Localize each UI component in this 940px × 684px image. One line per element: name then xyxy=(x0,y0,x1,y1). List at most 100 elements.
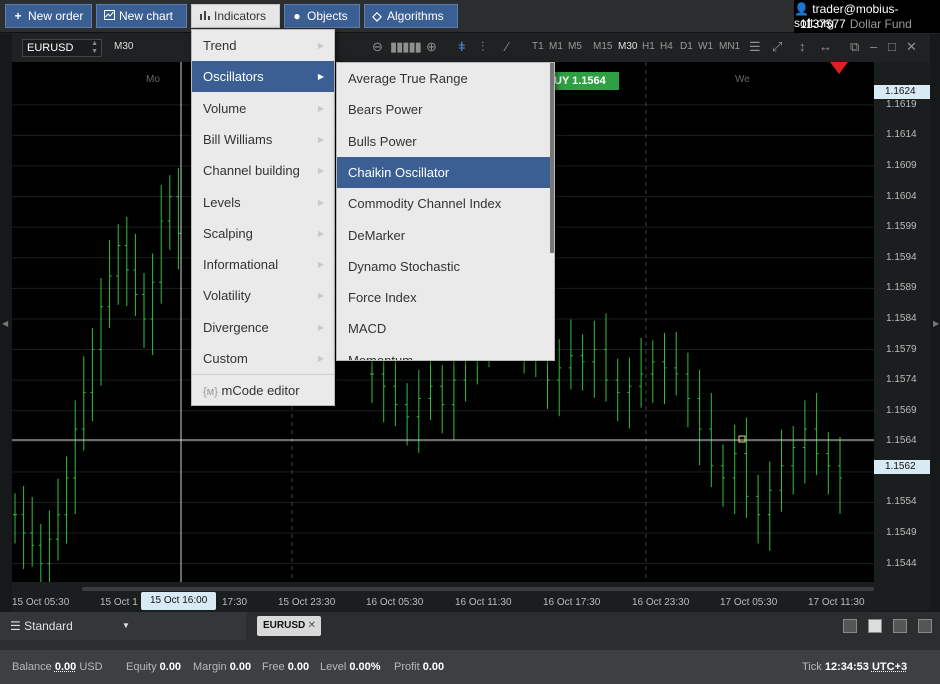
account-number: 1137577 xyxy=(800,17,846,31)
price-tick: 1.1574 xyxy=(886,374,917,386)
collapse-right-icon[interactable]: ▶ xyxy=(933,319,939,328)
price-tick: 1.1569 xyxy=(886,404,917,416)
timeframe-t1[interactable]: T1 xyxy=(532,41,544,52)
account-panel[interactable]: 👤 trader@mobius-soft.org 1137577 Dollar F… xyxy=(794,0,940,33)
timeframe-m1[interactable]: M1 xyxy=(549,41,563,52)
autoscale-icon[interactable]: ⤢ xyxy=(772,39,782,55)
oscillator-bulls-power[interactable]: Bulls Power xyxy=(337,126,551,157)
grid-layout-icon[interactable] xyxy=(868,619,882,633)
close-chart-icon[interactable]: ✕ xyxy=(906,39,917,55)
level-label: Level xyxy=(320,661,347,673)
oscillator-momentum[interactable]: Momentum xyxy=(337,345,551,360)
rows-layout-icon[interactable] xyxy=(918,619,932,633)
minimize-icon[interactable]: – xyxy=(870,39,877,54)
line-chart-icon[interactable]: ∕ xyxy=(506,39,508,54)
mcode-icon: {м} xyxy=(203,386,218,398)
close-tab-icon[interactable]: ✕ xyxy=(308,616,316,636)
chart-tab-eurusd[interactable]: EURUSD ✕ xyxy=(257,616,321,636)
timeframe-h1[interactable]: H1 xyxy=(642,41,655,52)
oscillator-chaikin-oscillator[interactable]: Chaikin Oscillator xyxy=(337,156,551,188)
level-field: Level 0.00% xyxy=(320,650,381,684)
chevron-right-icon: ▶ xyxy=(317,134,324,144)
oscillator-dynamo-stochastic[interactable]: Dynamo Stochastic xyxy=(337,251,551,282)
ohlc-bar xyxy=(81,356,86,451)
timeframe-m15[interactable]: M15 xyxy=(593,41,612,52)
single-layout-icon[interactable] xyxy=(843,619,857,633)
indicator-category-levels[interactable]: Levels ▶ xyxy=(192,187,334,218)
ohlc-bar xyxy=(592,320,597,398)
maximize-icon[interactable]: □ xyxy=(888,39,896,54)
indicator-category-volume[interactable]: Volume ▶ xyxy=(192,93,334,124)
indicator-category-oscillators[interactable]: Oscillators ▶ xyxy=(192,61,334,93)
price-axis[interactable]: 1.1624 1.1619 1.1614 1.1609 1.1604 1.1599 1.1… xyxy=(874,62,930,610)
zoom-in-icon[interactable]: ⊕ xyxy=(426,39,437,55)
oscillator-bears-power[interactable]: Bears Power xyxy=(337,94,551,125)
columns-layout-icon[interactable] xyxy=(893,619,907,633)
spinner-icon[interactable]: ▲ ▼ xyxy=(91,40,98,56)
indicator-category-divergence[interactable]: Divergence ▶ xyxy=(192,312,334,343)
oscillator-demarker[interactable]: DeMarker xyxy=(337,220,551,251)
price-tick: 1.1604 xyxy=(886,190,917,202)
time-tick: 16 Oct 05:30 xyxy=(366,597,424,608)
timeframe-w1[interactable]: W1 xyxy=(698,41,713,52)
profit-label: Profit xyxy=(394,661,420,673)
crosshair-cursor-icon[interactable]: ǂ xyxy=(458,39,466,54)
chart-tab-label: EURUSD xyxy=(263,620,306,631)
zoom-out-icon[interactable]: ⊖ xyxy=(372,39,383,55)
objects-label: Objects xyxy=(307,9,348,23)
ohlc-bar xyxy=(405,383,410,446)
indicator-category-scalping[interactable]: Scalping ▶ xyxy=(192,218,334,249)
symbol-value: EURUSD xyxy=(27,42,74,54)
indicators-button[interactable]: Indicators xyxy=(191,4,280,28)
symbol-selector[interactable]: EURUSD ▲ ▼ xyxy=(22,39,102,57)
timeframe-m30[interactable]: M30 xyxy=(618,41,637,52)
category-label: Channel building xyxy=(203,163,300,179)
mcode-editor-item[interactable]: {м} mCode editor xyxy=(192,375,334,406)
timeframe-m5[interactable]: M5 xyxy=(568,41,582,52)
time-tick: 16 Oct 23:30 xyxy=(632,597,690,608)
profit-value: 0.00 xyxy=(422,661,445,673)
horizontal-scrollbar[interactable] xyxy=(82,587,874,591)
oscillator-force-index[interactable]: Force Index xyxy=(337,282,551,313)
day-label-we: We xyxy=(735,74,750,85)
indicator-category-trend[interactable]: Trend ▶ xyxy=(192,30,334,61)
mcode-editor-label: mCode editor xyxy=(221,383,300,398)
new-order-button[interactable]: + New order xyxy=(5,4,92,28)
submenu-scrollbar[interactable] xyxy=(550,63,554,253)
ohlc-bar xyxy=(124,216,129,307)
indicator-category-channel-building[interactable]: Channel building ▶ xyxy=(192,155,334,186)
candles-icon[interactable]: ⫶ xyxy=(481,39,484,55)
new-chart-button[interactable]: New chart xyxy=(96,4,187,28)
time-axis[interactable]: 15 Oct 05:30 15 Oct 1 17:30 15 Oct 23:30 16 … xyxy=(12,582,874,612)
buy-price-label[interactable]: UY 1.1564 xyxy=(552,72,619,90)
horizontal-scale-icon[interactable]: ↔ xyxy=(819,39,832,54)
price-tick: 1.1584 xyxy=(886,312,917,324)
indicator-settings-icon[interactable]: ☰ xyxy=(749,39,761,55)
indicator-category-custom[interactable]: Custom ▶ xyxy=(192,343,334,374)
account-info: 1137577 Dollar Fund xyxy=(800,17,912,31)
bar-chart-icon xyxy=(198,5,210,27)
objects-button[interactable]: ● Objects xyxy=(284,4,360,28)
indicator-category-informational[interactable]: Informational ▶ xyxy=(192,249,334,280)
price-tick: 1.1594 xyxy=(886,251,917,263)
indicator-category-bill-williams[interactable]: Bill Williams ▶ xyxy=(192,124,334,155)
oscillator-macd[interactable]: MACD xyxy=(337,313,551,344)
equity-value: 0.00 xyxy=(159,661,182,673)
algorithms-button[interactable]: ◇ Algorithms xyxy=(364,4,458,28)
collapse-left-icon[interactable]: ◀ xyxy=(2,319,8,328)
workspace-selector[interactable]: ☰ Standard ▼ xyxy=(0,612,246,640)
indicator-category-volatility[interactable]: Volatility ▶ xyxy=(192,280,334,311)
detach-window-icon[interactable]: ⧉ xyxy=(850,39,859,55)
ohlc-bar xyxy=(767,461,772,551)
timeframe-d1[interactable]: D1 xyxy=(680,41,693,52)
timezone[interactable]: UTC+3 xyxy=(872,661,907,673)
ohlc-bar xyxy=(107,240,112,329)
timeframe-h4[interactable]: H4 xyxy=(660,41,673,52)
oscillator-commodity-channel-index[interactable]: Commodity Channel Index xyxy=(337,188,551,219)
timeframe-mn1[interactable]: MN1 xyxy=(719,41,740,52)
oscillator-average-true-range[interactable]: Average True Range xyxy=(337,63,551,94)
oscillators-submenu: Average True Range Bears Power Bulls Power… xyxy=(336,62,555,361)
ohlc-bar xyxy=(721,444,725,507)
ohlc-bar xyxy=(604,313,608,402)
vertical-scale-icon[interactable]: ↕ xyxy=(799,39,806,54)
